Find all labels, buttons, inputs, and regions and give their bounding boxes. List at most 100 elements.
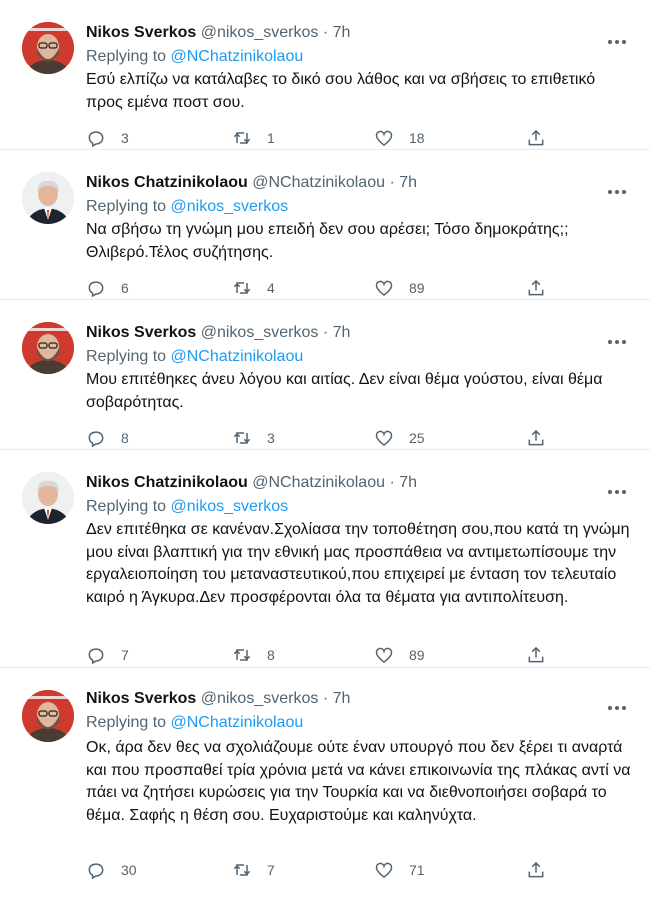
- like-button[interactable]: 25: [374, 427, 425, 449]
- retweet-button[interactable]: 4: [232, 277, 275, 299]
- share-button[interactable]: [526, 127, 546, 149]
- replying-label: Replying to: [86, 348, 167, 365]
- more-icon[interactable]: [608, 181, 630, 195]
- reply-count: 7: [121, 647, 129, 663]
- tweet-text: Μου επιτέθηκες άνευ λόγου και αιτίας. Δε…: [86, 371, 603, 411]
- reply-icon: [88, 131, 104, 148]
- reply-count: 6: [121, 280, 129, 296]
- display-name[interactable]: Nikos Chatzinikolaou: [86, 174, 248, 191]
- replying-label: Replying to: [86, 714, 167, 731]
- reply-button[interactable]: 3: [86, 127, 129, 149]
- retweet-icon: [233, 649, 251, 661]
- retweet-icon: [233, 282, 251, 294]
- avatar[interactable]: [22, 22, 74, 74]
- like-icon: [375, 862, 393, 879]
- tweet-actions: 30 7 71: [86, 859, 556, 881]
- avatar[interactable]: [22, 472, 74, 524]
- handle[interactable]: @NChatzinikolaou: [252, 474, 385, 491]
- tweet-actions: 8 3 25: [86, 427, 556, 449]
- retweet-count: 7: [267, 862, 275, 878]
- reply-button[interactable]: 7: [86, 644, 129, 666]
- handle[interactable]: @nikos_sverkos: [201, 324, 319, 341]
- share-button[interactable]: [526, 859, 546, 881]
- more-icon[interactable]: [608, 31, 630, 45]
- more-icon[interactable]: [608, 697, 630, 711]
- handle[interactable]: @nikos_sverkos: [201, 690, 319, 707]
- tweet-text: Εσύ ελπίζω να κατάλαβες το δικό σου λάθο…: [86, 71, 596, 111]
- mention-link[interactable]: @nikos_sverkos: [171, 498, 289, 515]
- timestamp[interactable]: 7h: [333, 24, 351, 41]
- like-button[interactable]: 89: [374, 644, 425, 666]
- display-name[interactable]: Nikos Sverkos: [86, 690, 196, 707]
- reply-icon: [88, 431, 104, 448]
- share-icon: [528, 279, 544, 296]
- timestamp[interactable]: 7h: [333, 324, 351, 341]
- tweet-text: Οκ, άρα δεν θες να σχολιάζουμε ούτε έναν…: [86, 739, 631, 824]
- tweet[interactable]: Nikos Sverkos @nikos_sverkos · 7h Replyi…: [0, 300, 650, 450]
- timestamp[interactable]: 7h: [399, 174, 417, 191]
- handle[interactable]: @nikos_sverkos: [201, 24, 319, 41]
- share-button[interactable]: [526, 427, 546, 449]
- retweet-count: 4: [267, 280, 275, 296]
- retweet-icon: [233, 432, 251, 444]
- retweet-button[interactable]: 8: [232, 644, 275, 666]
- replying-to: Replying to @nikos_sverkos: [86, 496, 288, 518]
- replying-label: Replying to: [86, 198, 167, 215]
- more-icon[interactable]: [608, 481, 630, 495]
- mention-link[interactable]: @NChatzinikolaou: [171, 48, 304, 65]
- like-icon: [375, 280, 393, 297]
- tweet[interactable]: Nikos Sverkos @nikos_sverkos · 7h Replyi…: [0, 0, 650, 150]
- like-icon: [375, 430, 393, 447]
- reply-button[interactable]: 6: [86, 277, 129, 299]
- tweet-header: Nikos Sverkos @nikos_sverkos · 7h: [86, 688, 350, 710]
- display-name[interactable]: Nikos Chatzinikolaou: [86, 474, 248, 491]
- dot-separator: ·: [322, 24, 329, 41]
- dot-separator: ·: [322, 324, 329, 341]
- share-button[interactable]: [526, 277, 546, 299]
- retweet-icon: [233, 132, 251, 144]
- reply-icon: [88, 281, 104, 298]
- avatar[interactable]: [22, 690, 74, 742]
- replying-label: Replying to: [86, 48, 167, 65]
- retweet-button[interactable]: 3: [232, 427, 275, 449]
- like-button[interactable]: 18: [374, 127, 425, 149]
- reply-button[interactable]: 8: [86, 427, 129, 449]
- timestamp[interactable]: 7h: [399, 474, 417, 491]
- more-icon[interactable]: [608, 331, 630, 345]
- like-icon: [375, 647, 393, 664]
- reply-button[interactable]: 30: [86, 859, 137, 881]
- tweet-actions: 7 8 89: [86, 644, 556, 666]
- tweet[interactable]: Nikos Chatzinikolaou @NChatzinikolaou · …: [0, 450, 650, 668]
- display-name[interactable]: Nikos Sverkos: [86, 24, 196, 41]
- mention-link[interactable]: @nikos_sverkos: [171, 198, 289, 215]
- display-name[interactable]: Nikos Sverkos: [86, 324, 196, 341]
- tweet-actions: 3 1 18: [86, 127, 556, 149]
- retweet-icon: [233, 864, 251, 876]
- share-button[interactable]: [526, 644, 546, 666]
- dot-separator: ·: [389, 174, 395, 191]
- replying-to: Replying to @NChatzinikolaou: [86, 346, 303, 368]
- mention-link[interactable]: @NChatzinikolaou: [171, 714, 304, 731]
- avatar[interactable]: [22, 172, 74, 224]
- share-icon: [528, 646, 544, 663]
- timestamp[interactable]: 7h: [333, 690, 351, 707]
- retweet-button[interactable]: 7: [232, 859, 275, 881]
- handle[interactable]: @NChatzinikolaou: [252, 174, 385, 191]
- retweet-button[interactable]: 1: [232, 127, 275, 149]
- replying-to: Replying to @NChatzinikolaou: [86, 712, 303, 734]
- dot-separator: ·: [389, 474, 395, 491]
- like-count: 71: [409, 862, 425, 878]
- like-button[interactable]: 89: [374, 277, 425, 299]
- avatar[interactable]: [22, 322, 74, 374]
- tweet[interactable]: Nikos Sverkos @nikos_sverkos · 7h Replyi…: [0, 668, 650, 899]
- like-button[interactable]: 71: [374, 859, 425, 881]
- share-icon: [528, 429, 544, 446]
- retweet-count: 3: [267, 430, 275, 446]
- like-count: 89: [409, 647, 425, 663]
- tweet-header: Nikos Sverkos @nikos_sverkos · 7h: [86, 22, 350, 44]
- retweet-count: 1: [267, 130, 275, 146]
- mention-link[interactable]: @NChatzinikolaou: [171, 348, 304, 365]
- tweet[interactable]: Nikos Chatzinikolaou @NChatzinikolaou · …: [0, 150, 650, 300]
- share-icon: [528, 129, 544, 146]
- tweet-actions: 6 4 89: [86, 277, 556, 299]
